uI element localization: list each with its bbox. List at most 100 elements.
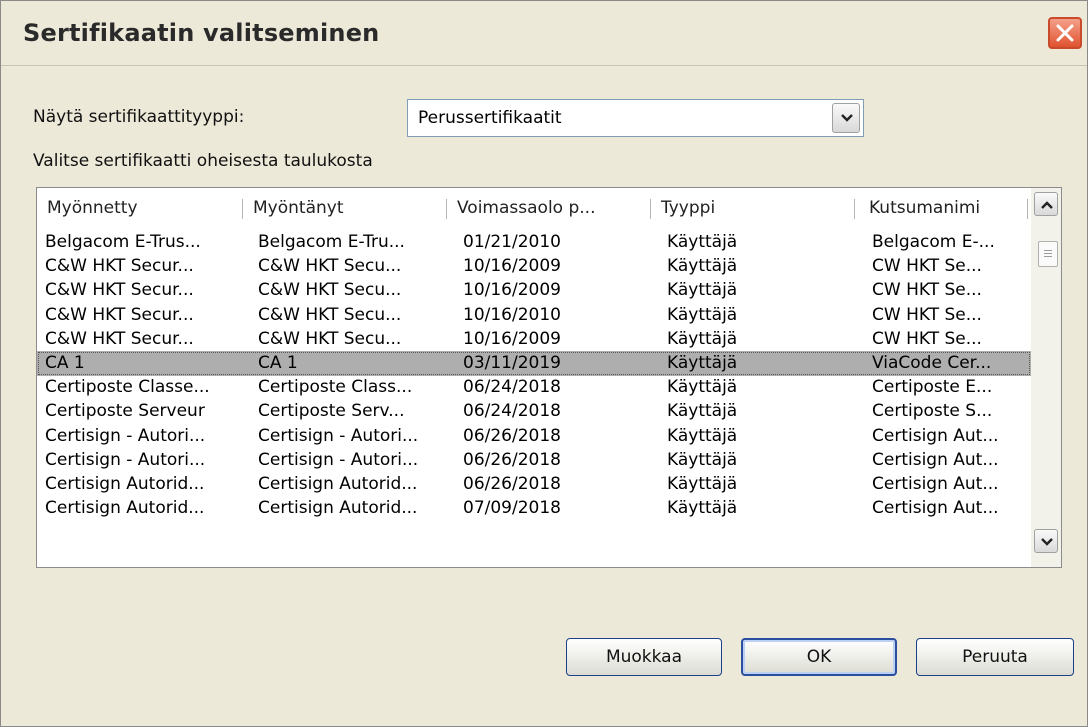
scroll-down-button[interactable] [1034,529,1058,553]
cell-friendly-name: Certiposte E... [872,377,993,398]
cancel-button[interactable]: Peruuta [916,638,1074,676]
cell-type: Käyttäjä [667,353,738,373]
column-header-friendly-name[interactable]: Kutsumanimi [855,188,1027,228]
cell-validity: 01/21/2010 [463,232,561,252]
close-icon [1056,24,1074,42]
chevron-down-icon [841,114,853,122]
cell-friendly-name: CW HKT Se... [872,280,982,301]
table-row[interactable]: CA 1 CA 1 03/11/2019 Käyttäjä ViaCode Cer... [37,351,1031,376]
cell-issued-to: C&W HKT Secur... [45,280,194,301]
cell-validity: 06/24/2018 [463,377,561,398]
cell-issued-by: CA 1 [258,353,298,373]
cell-issued-by: Certisign Autorid... [258,498,418,519]
cell-type: Käyttäjä [667,304,738,325]
cell-friendly-name: Certisign Aut... [872,449,999,470]
table-row[interactable]: Certisign - Autori... Certisign - Autori.… [37,424,1031,449]
cell-type: Käyttäjä [667,449,738,470]
cell-issued-to: Certisign - Autori... [45,425,206,446]
cell-friendly-name: Certisign Aut... [872,474,999,494]
cell-type: Käyttäjä [667,498,738,519]
cell-type: Käyttäjä [667,474,738,494]
cell-issued-by: C&W HKT Secu... [258,328,402,349]
cell-friendly-name: Certisign Aut... [872,498,999,519]
cell-issued-by: Belgacom E-Tru... [258,232,405,252]
cell-validity: 06/24/2018 [463,401,561,422]
table-row[interactable]: Certiposte Serveur Certiposte Serv... 06/2… [37,399,1031,424]
column-header-type[interactable]: Tyyppi [651,188,854,228]
cell-friendly-name: CW HKT Se... [872,304,982,325]
cell-issued-by: Certiposte Class... [258,377,413,398]
table-row[interactable]: C&W HKT Secur... C&W HKT Secu... 10/16/200… [37,327,1031,352]
cell-issued-by: Certiposte Serv... [258,401,405,422]
cell-issued-by: Certisign Autorid... [258,474,418,494]
certificate-type-label: Näytä sertifikaattityyppi: [33,107,245,127]
cell-issued-by: Certisign - Autori... [258,449,419,470]
cell-friendly-name: CW HKT Se... [872,256,982,277]
cell-issued-to: C&W HKT Secur... [45,304,194,325]
cell-issued-by: Certisign - Autori... [258,425,419,446]
cell-issued-to: Certiposte Serveur [45,401,205,422]
list-header: Myönnetty Myöntänyt Voimassaolo p... Tyy… [37,188,1028,228]
cell-friendly-name: CW HKT Se... [872,328,982,349]
vertical-scrollbar[interactable] [1031,188,1061,567]
cell-issued-to: C&W HKT Secur... [45,256,194,277]
cell-friendly-name: Certiposte S... [872,401,993,422]
close-button[interactable] [1048,17,1082,49]
cell-friendly-name: Certisign Aut... [872,425,999,446]
cell-issued-to: Certisign - Autori... [45,449,206,470]
certificate-type-select[interactable]: Perussertifikaatit [407,99,864,137]
cell-type: Käyttäjä [667,232,738,252]
certificate-type-value: Perussertifikaatit [418,108,562,128]
chevron-up-icon [1041,201,1053,209]
cell-issued-by: C&W HKT Secu... [258,280,402,301]
table-row[interactable]: Certisign Autorid... Certisign Autorid...… [37,496,1031,521]
table-row[interactable]: Certisign - Autori... Certisign - Autori.… [37,448,1031,473]
table-row[interactable]: Certisign Autorid... Certisign Autorid...… [37,472,1031,497]
cell-type: Käyttäjä [667,377,738,398]
instruction-text: Valitse sertifikaatti oheisesta taulukos… [33,151,373,171]
cell-validity: 10/16/2009 [463,256,561,277]
cell-friendly-name: ViaCode Cer... [872,353,992,373]
cell-validity: 10/16/2009 [463,328,561,349]
cell-validity: 07/09/2018 [463,498,561,519]
scroll-thumb[interactable] [1038,241,1058,267]
table-row[interactable]: Belgacom E-Trus... Belgacom E-Tru... 01/21… [37,230,1031,255]
table-row[interactable]: C&W HKT Secur... C&W HKT Secu... 10/16/201… [37,303,1031,328]
cell-issued-by: C&W HKT Secu... [258,256,402,277]
cell-type: Käyttäjä [667,425,738,446]
cell-validity: 06/26/2018 [463,425,561,446]
cell-type: Käyttäjä [667,280,738,301]
window-title: Sertifikaatin valitseminen [23,19,380,47]
cell-type: Käyttäjä [667,256,738,277]
ok-button[interactable]: OK [741,638,897,676]
dropdown-button[interactable] [832,103,860,133]
column-header-issued-by[interactable]: Myöntänyt [243,188,446,228]
table-row[interactable]: Certiposte Classe... Certiposte Class... 0… [37,375,1031,400]
edit-button[interactable]: Muokkaa [566,638,722,676]
column-divider[interactable] [1027,199,1028,219]
table-row[interactable]: C&W HKT Secur... C&W HKT Secu... 10/16/200… [37,254,1031,279]
title-bar[interactable]: Sertifikaatin valitseminen [1,1,1087,66]
cell-issued-to: Certiposte Classe... [45,377,210,398]
cell-validity: 10/16/2009 [463,280,561,301]
cell-validity: 06/26/2018 [463,474,561,494]
cell-validity: 10/16/2010 [463,304,561,325]
cell-issued-to: Belgacom E-Trus... [45,232,201,252]
cell-issued-to: Certisign Autorid... [45,498,205,519]
cell-issued-to: CA 1 [45,353,85,373]
table-row[interactable]: C&W HKT Secur... C&W HKT Secu... 10/16/200… [37,278,1031,303]
cell-type: Käyttäjä [667,328,738,349]
scroll-up-button[interactable] [1034,192,1058,216]
cell-validity: 06/26/2018 [463,449,561,470]
column-header-validity[interactable]: Voimassaolo p... [447,188,650,228]
certificate-dialog: Sertifikaatin valitseminen Näytä sertifi… [0,0,1088,727]
cell-issued-by: C&W HKT Secu... [258,304,402,325]
cell-type: Käyttäjä [667,401,738,422]
chevron-down-icon [1041,538,1053,546]
cell-issued-to: Certisign Autorid... [45,474,205,494]
cell-issued-to: C&W HKT Secur... [45,328,194,349]
cell-friendly-name: Belgacom E-... [872,232,995,252]
certificate-list[interactable]: Myönnetty Myöntänyt Voimassaolo p... Tyy… [36,187,1062,568]
cell-validity: 03/11/2019 [463,353,561,373]
column-header-issued-to[interactable]: Myönnetty [37,188,242,228]
